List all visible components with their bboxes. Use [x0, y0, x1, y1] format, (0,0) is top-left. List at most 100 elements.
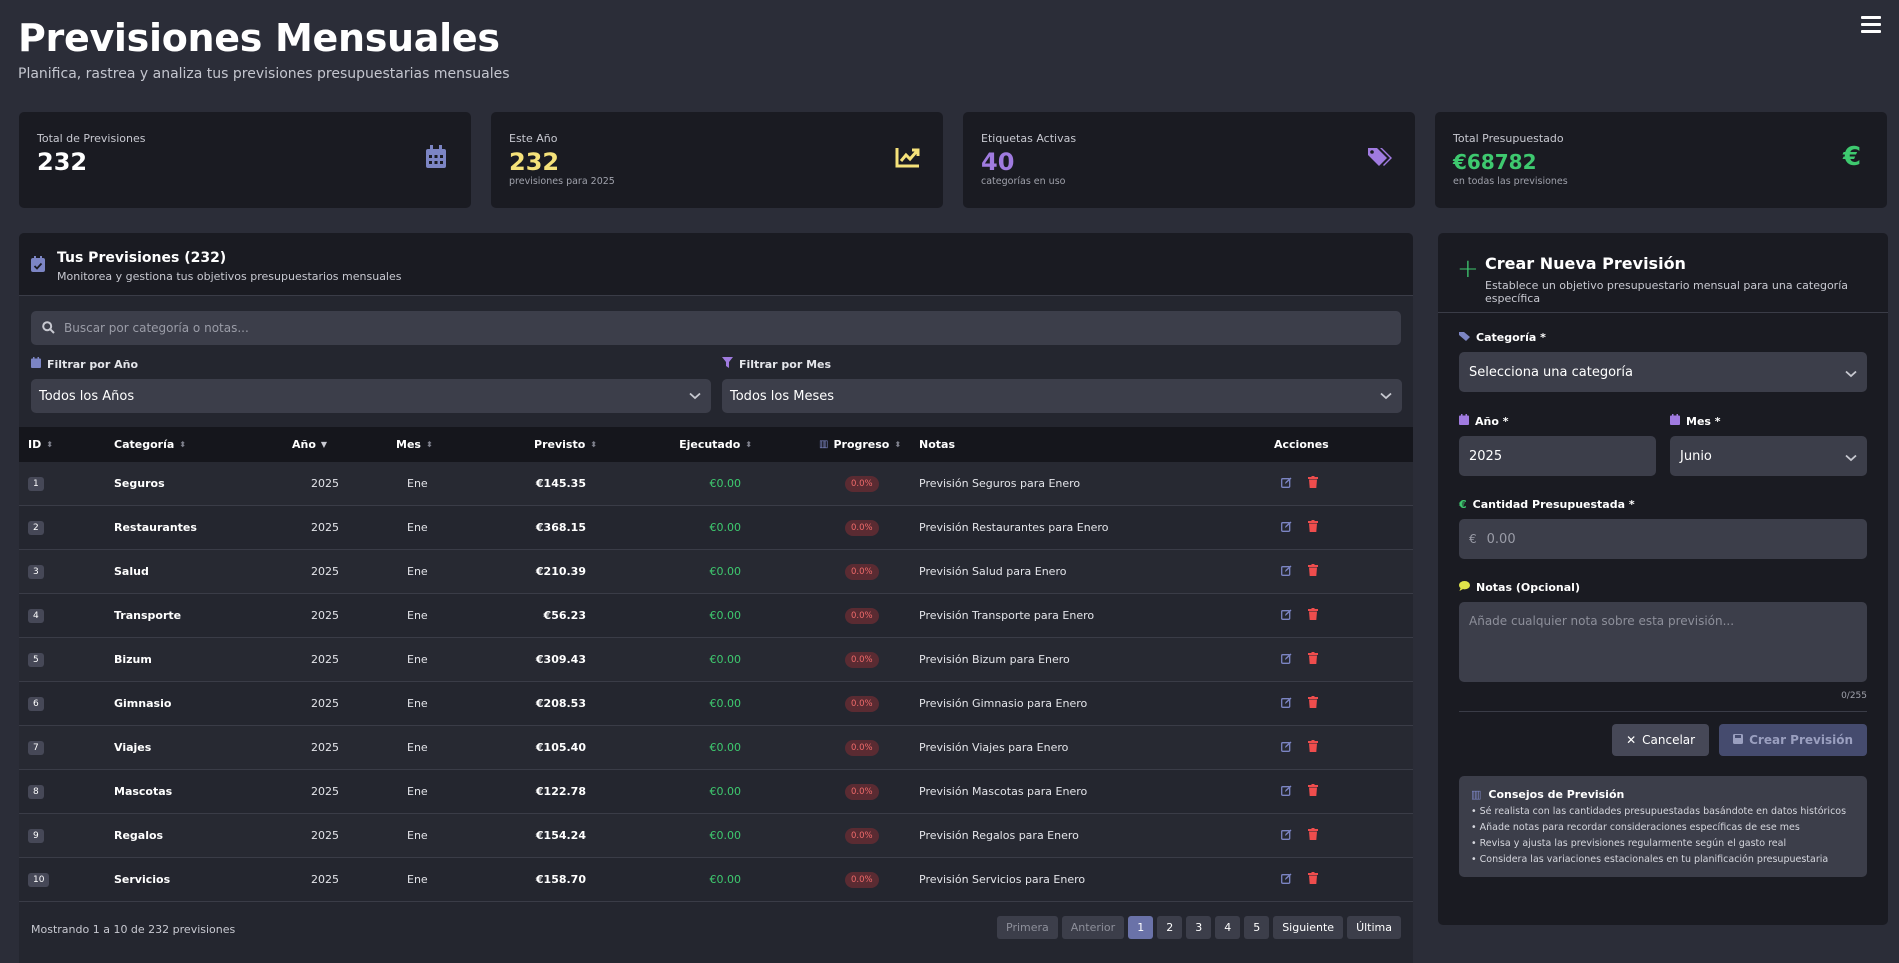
edit-icon[interactable] — [1281, 785, 1292, 799]
page-first-button[interactable]: Primera — [997, 916, 1058, 939]
edit-icon[interactable] — [1281, 477, 1292, 491]
cell-actions — [1265, 520, 1345, 535]
id-badge: 2 — [28, 520, 44, 535]
cell-notes: Previsión Regalos para Enero — [919, 829, 1079, 842]
cell-category: Servicios — [114, 873, 171, 886]
cell-month: Ene — [407, 873, 428, 886]
cell-notes: Previsión Seguros para Enero — [919, 477, 1081, 490]
month-label: Mes * — [1670, 414, 1867, 428]
cell-category: Bizum — [114, 653, 152, 666]
tips-box: ▥ Consejos de Previsión • Sé realista co… — [1459, 776, 1867, 877]
stat-label: Total de Previsiones — [37, 132, 146, 145]
cell-month: Ene — [407, 609, 428, 622]
delete-icon[interactable] — [1308, 564, 1318, 579]
year-input[interactable] — [1469, 448, 1646, 464]
menu-icon[interactable] — [1861, 16, 1881, 34]
tip-item: • Revisa y ajusta las previsiones regula… — [1471, 838, 1787, 849]
create-desc: Establece un objetivo presupuestario men… — [1485, 279, 1848, 305]
stat-label: Este Año — [509, 132, 558, 145]
col-month[interactable]: Mes ⬍ — [387, 438, 488, 451]
stat-card-year: Este Año 232 previsiones para 2025 — [491, 112, 943, 208]
cell-id: 8 — [19, 784, 105, 799]
stat-card-tags: Etiquetas Activas 40 categorías en uso — [963, 112, 1415, 208]
delete-icon[interactable] — [1308, 608, 1318, 623]
page-2-button[interactable]: 2 — [1157, 916, 1183, 939]
amount-input[interactable] — [1486, 531, 1857, 547]
col-actions: Acciones — [1274, 438, 1329, 451]
search-box — [31, 311, 1401, 345]
create-forecast-button[interactable]: Crear Previsión — [1719, 724, 1867, 756]
cell-notes: Previsión Restaurantes para Enero — [919, 521, 1109, 534]
cell-id: 4 — [19, 608, 105, 623]
col-year[interactable]: Año ▼ — [283, 438, 387, 451]
chevron-down-icon — [689, 389, 701, 404]
panel-desc: Monitorea y gestiona tus objetivos presu… — [57, 270, 402, 283]
delete-icon[interactable] — [1308, 740, 1318, 755]
page-prev-button[interactable]: Anterior — [1061, 916, 1125, 939]
page-3-button[interactable]: 3 — [1186, 916, 1212, 939]
page-4-button[interactable]: 4 — [1215, 916, 1241, 939]
filter-year-text: Filtrar por Año — [47, 357, 139, 371]
cell-progress: 0.0% — [761, 519, 891, 536]
calendar-check-icon — [31, 256, 45, 275]
create-panel-header: + Crear Nueva Previsión Establece un obj… — [1438, 233, 1888, 313]
edit-icon[interactable] — [1281, 653, 1292, 667]
amount-field[interactable]: € — [1459, 519, 1867, 559]
panel-header: Tus Previsiones (232) Monitorea y gestio… — [19, 233, 1413, 296]
month-select[interactable]: Todos los Meses — [722, 379, 1402, 413]
year-field[interactable] — [1459, 436, 1656, 476]
month-field-select[interactable]: Junio — [1670, 436, 1867, 476]
edit-icon[interactable] — [1281, 829, 1292, 843]
cell-actions — [1265, 784, 1345, 799]
stat-card-total: Total de Previsiones 232 — [19, 112, 471, 208]
tips-title: ▥ Consejos de Previsión — [1471, 788, 1625, 801]
page-next-button[interactable]: Siguiente — [1273, 916, 1344, 939]
euro-prefix: € — [1469, 532, 1477, 546]
col-planned[interactable]: Previsto ⬍ — [488, 438, 606, 451]
delete-icon[interactable] — [1308, 784, 1318, 799]
year-select-value: Todos los Años — [39, 389, 135, 404]
amount-label: € Cantidad Presupuestada * — [1459, 498, 1635, 511]
col-progress[interactable]: ▥ Progreso ⬍ — [761, 438, 901, 451]
cell-category: Viajes — [114, 741, 152, 754]
cell-year: 2025 — [311, 609, 339, 622]
edit-icon[interactable] — [1281, 609, 1292, 623]
page-last-button[interactable]: Última — [1347, 916, 1401, 939]
page-5-button[interactable]: 5 — [1244, 916, 1270, 939]
delete-icon[interactable] — [1308, 476, 1318, 491]
edit-icon[interactable] — [1281, 697, 1292, 711]
col-category[interactable]: Categoría ⬍ — [105, 438, 283, 451]
col-executed[interactable]: Ejecutado ⬍ — [606, 438, 761, 451]
cell-year: 2025 — [311, 521, 339, 534]
search-input[interactable] — [31, 311, 1401, 345]
cell-id: 6 — [19, 696, 105, 711]
cell-progress: 0.0% — [761, 651, 891, 668]
delete-icon[interactable] — [1308, 872, 1318, 887]
category-select[interactable]: Selecciona una categoría — [1459, 352, 1867, 392]
delete-icon[interactable] — [1308, 652, 1318, 667]
page-1-button[interactable]: 1 — [1128, 916, 1154, 939]
edit-icon[interactable] — [1281, 521, 1292, 535]
tag-icon — [1459, 331, 1470, 344]
delete-icon[interactable] — [1308, 828, 1318, 843]
notes-textarea[interactable] — [1459, 602, 1867, 682]
edit-icon[interactable] — [1281, 565, 1292, 579]
delete-icon[interactable] — [1308, 696, 1318, 711]
delete-icon[interactable] — [1308, 520, 1318, 535]
cell-executed: €0.00 — [709, 785, 742, 798]
table-header: ID ⬍ Categoría ⬍ Año ▼ Mes ⬍ Previsto ⬍ Ejecu… — [19, 427, 1413, 462]
cell-progress: 0.0% — [761, 871, 891, 888]
cell-planned: €145.35 — [535, 477, 586, 490]
filter-month-label: Filtrar por Mes — [722, 357, 1402, 371]
edit-icon[interactable] — [1281, 741, 1292, 755]
edit-icon[interactable] — [1281, 873, 1292, 887]
cancel-button[interactable]: ✕ Cancelar — [1612, 724, 1710, 756]
stat-sub: en todas las previsiones — [1453, 176, 1568, 187]
cell-month: Ene — [407, 829, 428, 842]
col-id[interactable]: ID ⬍ — [19, 438, 105, 451]
cell-executed: €0.00 — [709, 565, 742, 578]
chevron-down-icon — [1380, 389, 1392, 404]
date-row: Año * Mes * Junio — [1459, 414, 1867, 476]
create-forecast-panel: + Crear Nueva Previsión Establece un obj… — [1438, 233, 1888, 925]
year-select[interactable]: Todos los Años — [31, 379, 711, 413]
